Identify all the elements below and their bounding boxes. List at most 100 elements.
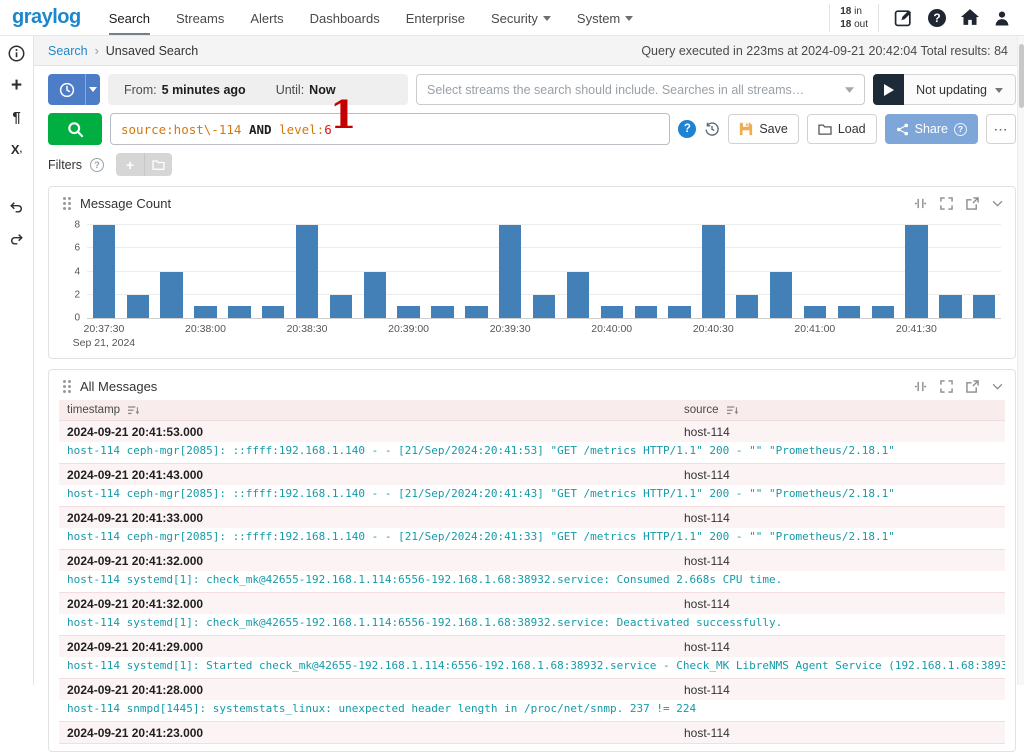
chart-bar <box>532 294 556 318</box>
y-tick-label: 4 <box>74 266 80 277</box>
compose-icon[interactable] <box>894 8 913 27</box>
adjust-icon[interactable] <box>914 380 927 393</box>
message-timestamp: 2024-09-21 20:41:32.000 <box>67 597 204 611</box>
export-icon[interactable] <box>966 197 979 210</box>
messages-body: 2024-09-21 20:41:53.000 host-114 host-114 … <box>59 421 1005 744</box>
breadcrumb-search-link[interactable]: Search <box>48 44 88 58</box>
more-options-button[interactable]: ⋯ <box>986 114 1016 144</box>
x-tick-label: 20:37:30 <box>83 323 125 335</box>
streams-select[interactable]: Select streams the search should include… <box>416 74 866 105</box>
nav-item-search[interactable]: Search <box>108 1 150 35</box>
message-row[interactable]: 2024-09-21 20:41:32.000 host-114 host-114 … <box>59 550 1005 593</box>
top-navbar: graylog Search Streams Alerts Dashboards… <box>0 0 1024 36</box>
chevron-down-icon[interactable] <box>992 200 1003 207</box>
chart-bar <box>194 306 217 318</box>
streams-placeholder: Select streams the search should include… <box>427 82 805 97</box>
message-timestamp: 2024-09-21 20:41:28.000 <box>67 683 204 697</box>
throughput-indicator[interactable]: 18 in 18 out <box>829 3 879 32</box>
nav-item-dashboards[interactable]: Dashboards <box>310 1 380 35</box>
sort-icon[interactable] <box>726 405 738 416</box>
page-scrollbar[interactable] <box>1017 36 1024 685</box>
message-row[interactable]: 2024-09-21 20:41:53.000 host-114 host-114 … <box>59 421 1005 464</box>
scrollbar-thumb[interactable] <box>1019 44 1024 108</box>
navbar-right: 18 in 18 out ? <box>829 3 1010 32</box>
query-status-text: Query executed in 223ms at 2024-09-21 20… <box>641 43 1008 58</box>
chart-bar <box>702 225 725 318</box>
y-tick-label: 8 <box>74 219 80 231</box>
message-row[interactable]: 2024-09-21 20:41:23.000 host-114 <box>59 722 1005 744</box>
column-header-timestamp[interactable]: timestamp <box>67 404 120 416</box>
message-source: host-114 <box>684 554 730 568</box>
nav-item-label: System <box>576 10 621 26</box>
filter-folder-button[interactable] <box>144 153 173 176</box>
graylog-logo[interactable]: graylog <box>12 6 81 29</box>
chart-bar <box>634 306 657 318</box>
timerange-summary[interactable]: From: 5 minutes ago Until: Now <box>108 74 408 105</box>
y-tick-label: 2 <box>74 289 80 301</box>
query-history-icon[interactable] <box>704 121 720 137</box>
redo-icon[interactable] <box>9 230 24 248</box>
message-text: host-114 systemd[1]: Started check_mk@42… <box>59 657 1005 678</box>
load-button[interactable]: Load <box>806 114 877 144</box>
message-text: host-114 ceph-mgr[2085]: ::ffff:192.168.… <box>59 442 1005 463</box>
chart-bar <box>465 306 488 318</box>
share-help-icon: ? <box>954 122 967 136</box>
chart-bar <box>499 225 522 318</box>
message-source: host-114 <box>684 425 730 439</box>
x-tick-label: 20:40:00 <box>591 323 633 335</box>
message-row[interactable]: 2024-09-21 20:41:29.000 host-114 host-114 … <box>59 636 1005 679</box>
create-icon[interactable]: + <box>11 76 22 95</box>
adjust-icon[interactable] <box>914 197 927 210</box>
info-icon[interactable] <box>8 44 25 62</box>
x-tick-label: 20:39:00 <box>388 323 430 335</box>
add-filter-button[interactable]: + <box>116 153 145 176</box>
highlighting-icon[interactable]: ¶ <box>12 108 20 126</box>
drag-handle-icon[interactable] <box>63 380 66 383</box>
message-count-chart: 0 2 4 6 8 <box>74 220 1001 324</box>
save-button[interactable]: Save <box>728 114 799 144</box>
nav-item-security[interactable]: Security <box>491 1 551 35</box>
message-row[interactable]: 2024-09-21 20:41:32.000 host-114 host-114 … <box>59 593 1005 636</box>
export-icon[interactable] <box>966 380 979 393</box>
message-count-widget: Message Count 0 2 4 6 8 Sep 21, 2024 20:37:3… <box>48 186 1016 359</box>
message-row[interactable]: 2024-09-21 20:41:28.000 host-114 host-114 … <box>59 679 1005 722</box>
query-input[interactable]: source:host\-114 AND level:6 <box>110 113 671 145</box>
nav-item-alerts[interactable]: Alerts <box>250 1 283 35</box>
help-icon[interactable]: ? <box>928 8 946 27</box>
fields-icon[interactable]: X, <box>11 140 22 158</box>
column-header-source[interactable]: source <box>684 404 719 416</box>
nav-item-enterprise[interactable]: Enterprise <box>406 1 465 35</box>
share-icon <box>896 123 909 136</box>
message-row[interactable]: 2024-09-21 20:41:33.000 host-114 host-114 … <box>59 507 1005 550</box>
share-button[interactable]: Share ? <box>884 114 978 144</box>
caret-down-icon[interactable] <box>85 74 100 105</box>
sort-icon[interactable] <box>128 405 140 416</box>
chart-bar <box>871 306 894 318</box>
user-icon[interactable] <box>994 10 1010 26</box>
nav-item-system[interactable]: System <box>576 1 634 35</box>
query-help-icon[interactable]: ? <box>678 120 697 138</box>
message-timestamp: 2024-09-21 20:41:29.000 <box>67 640 204 654</box>
filters-row: Filters ? + <box>48 153 1016 176</box>
refresh-interval-dropdown[interactable]: Not updating <box>904 74 1016 105</box>
clock-icon <box>48 74 85 105</box>
message-timestamp: 2024-09-21 20:41:33.000 <box>67 511 204 525</box>
chart-bar <box>126 294 149 318</box>
message-row[interactable]: 2024-09-21 20:41:43.000 host-114 host-114 … <box>59 464 1005 507</box>
message-text: host-114 ceph-mgr[2085]: ::ffff:192.168.… <box>59 528 1005 549</box>
nav-item-streams[interactable]: Streams <box>176 1 224 35</box>
filters-help-icon[interactable]: ? <box>90 157 105 172</box>
undo-icon[interactable] <box>9 198 24 216</box>
chart-bar <box>973 294 996 318</box>
search-button[interactable] <box>48 113 102 145</box>
chart-bar <box>295 225 319 318</box>
play-icon[interactable] <box>873 74 905 105</box>
drag-handle-icon[interactable] <box>63 197 66 200</box>
message-text: host-114 ceph-mgr[2085]: ::ffff:192.168.… <box>59 485 1005 506</box>
home-icon[interactable] <box>961 9 979 26</box>
fullscreen-icon[interactable] <box>940 197 953 210</box>
timerange-button[interactable] <box>48 74 100 105</box>
chart-bar <box>600 306 623 318</box>
chevron-down-icon[interactable] <box>992 383 1003 390</box>
fullscreen-icon[interactable] <box>940 380 953 393</box>
